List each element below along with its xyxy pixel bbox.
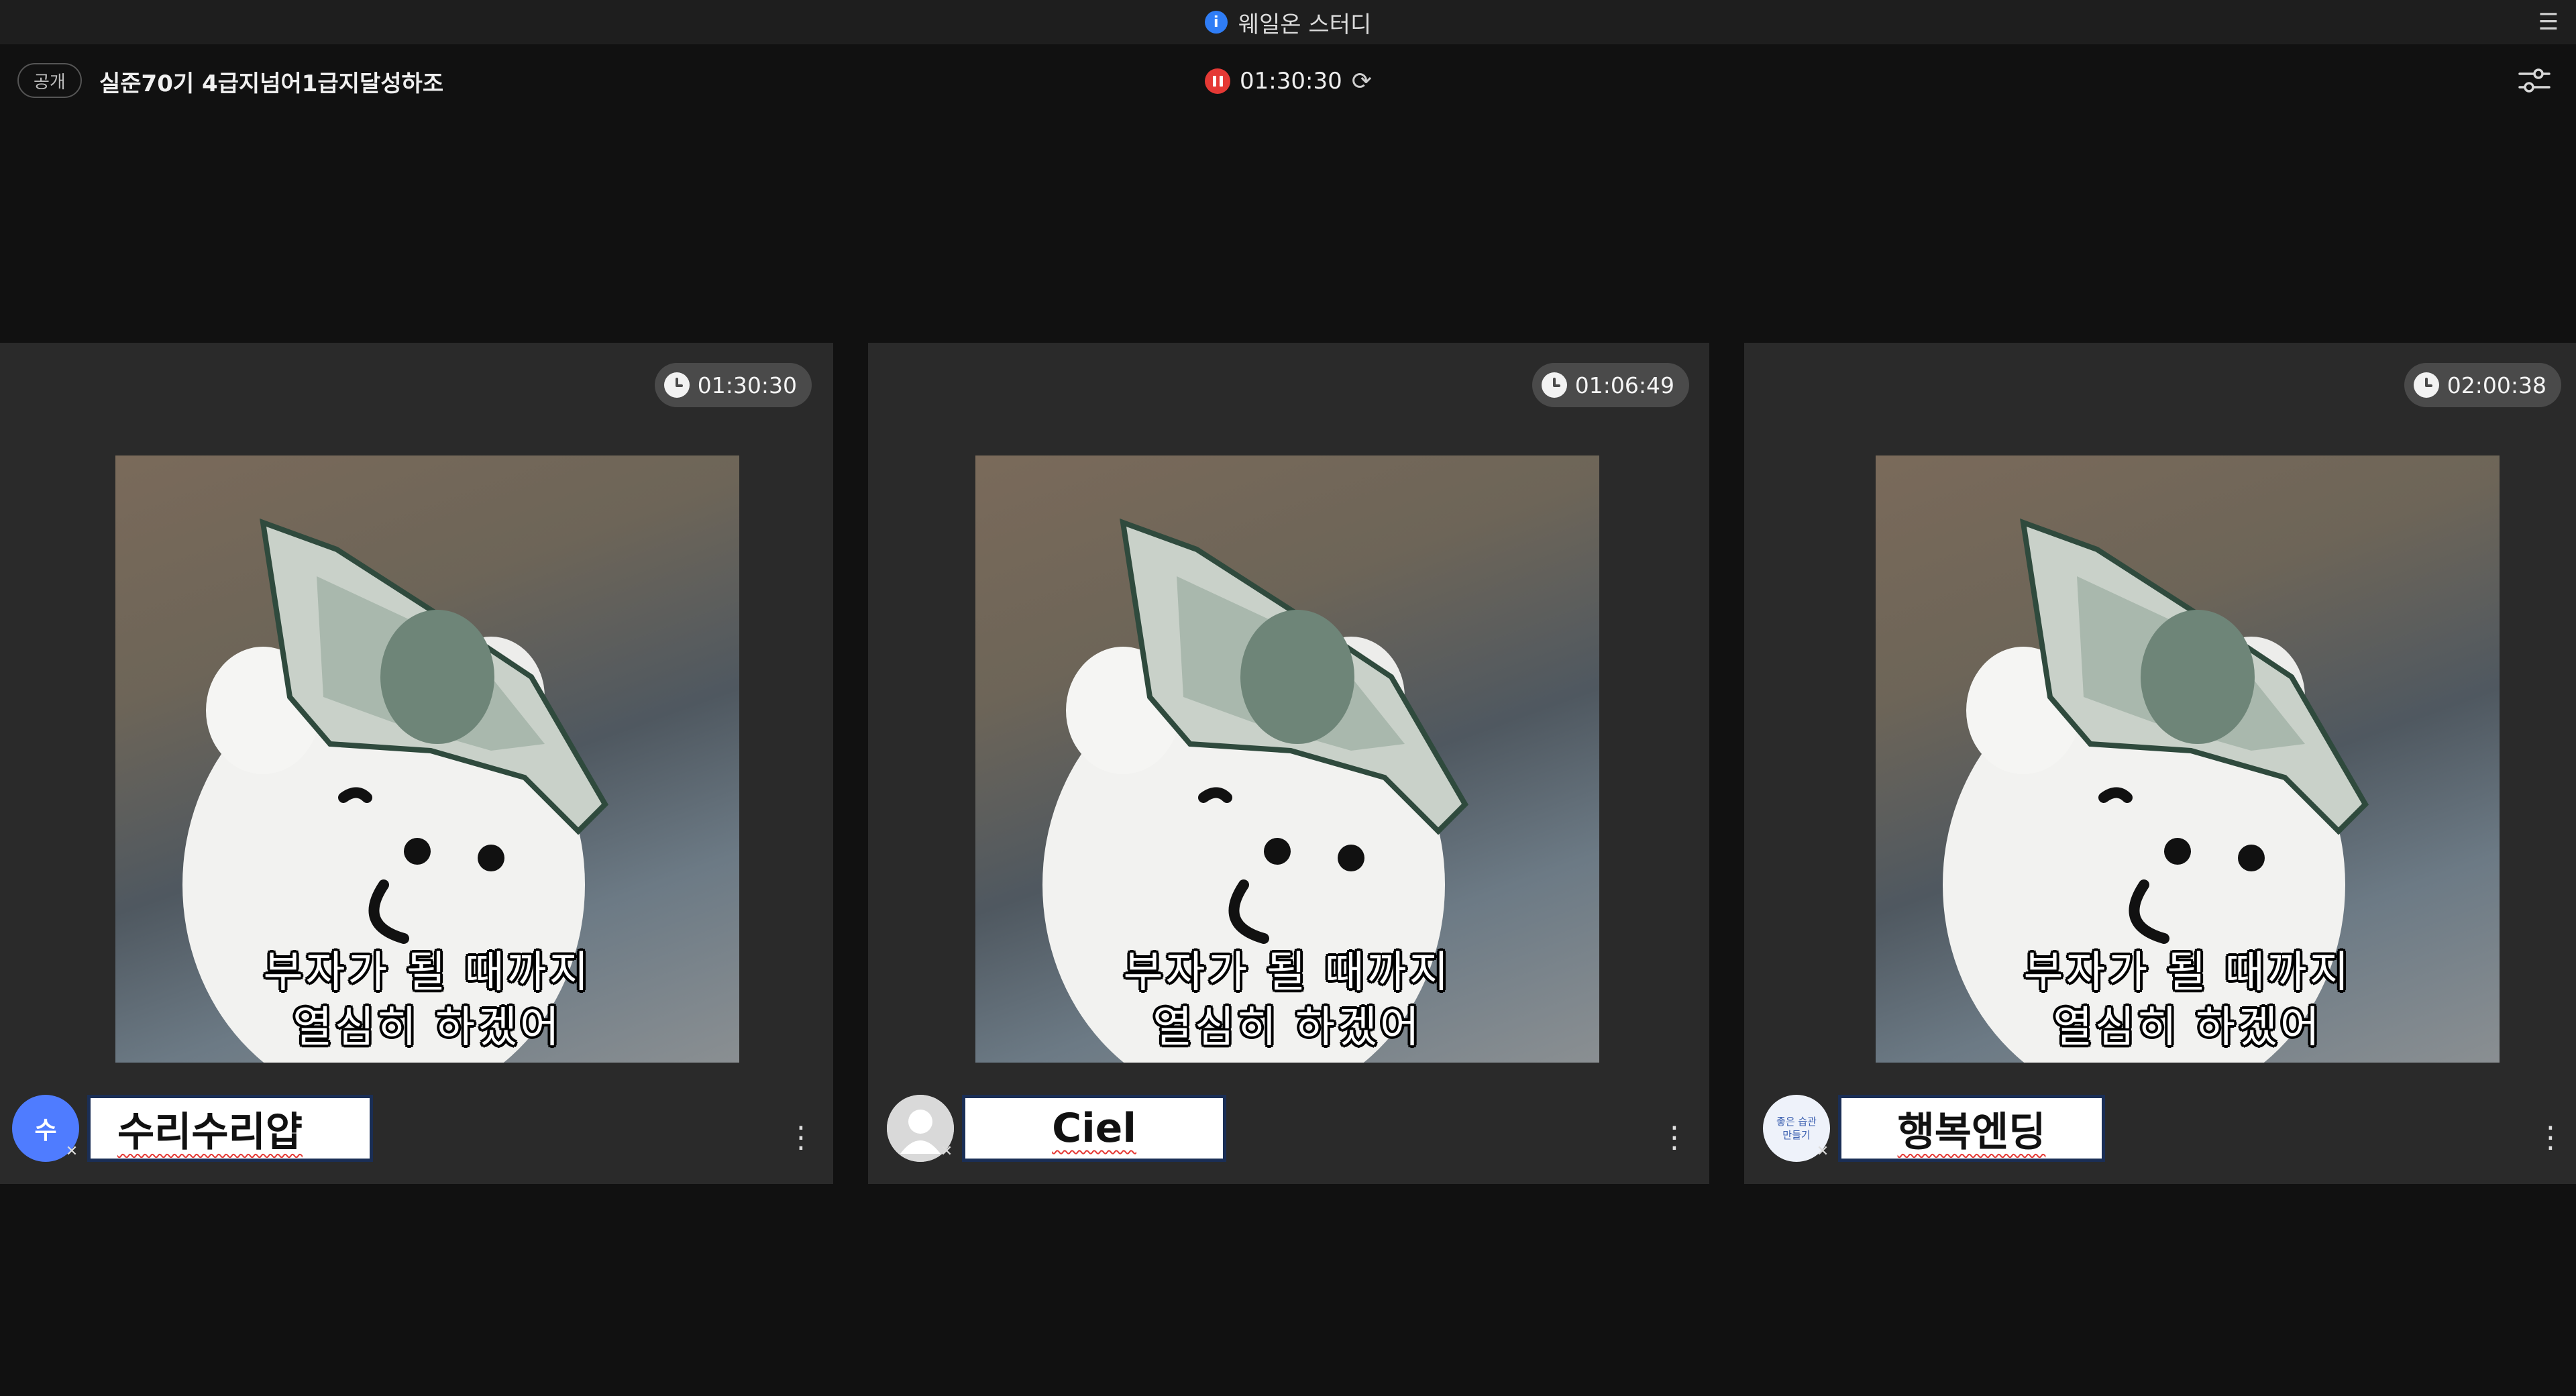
refresh-icon[interactable]: ⟳ [1352,68,1372,95]
mic-off-icon: ✕ [1816,1143,1829,1160]
caption-line-1: 부자가 될 때까지 [1123,948,1452,998]
participant-time: 02:00:38 [2447,372,2546,398]
avatar-text-line-2: 만들기 [1782,1129,1811,1141]
caption-line-2: 열심히 하겠어 [292,1003,562,1053]
participant-name: Ciel [1052,1105,1136,1152]
participant-name-box: 행복엔딩 [1838,1095,2105,1162]
kebab-menu-icon[interactable]: ⋮ [1660,1121,1689,1155]
participant-timer: 01:06:49 [1532,363,1689,407]
participant-name-box: Ciel [962,1095,1226,1162]
sort-menu-icon[interactable]: ☰ [2533,7,2564,38]
kebab-menu-icon[interactable]: ⋮ [2536,1121,2565,1155]
participant-tile: 02:00:38 부자가 될 때까지 열심히 하겠어 좋은 습관 만들기 ✕ 행… [1744,343,2576,1184]
visibility-badge: 공개 [17,63,82,98]
clock-icon [1541,372,1567,398]
room-timer-text: 01:30:30 [1240,68,1342,95]
kebab-menu-icon[interactable]: ⋮ [786,1121,816,1155]
participant-name: 행복엔딩 [1897,1108,2046,1156]
window-title-bar: i 웨일온 스터디 ☰ [0,0,2576,44]
mic-off-icon: ✕ [940,1143,953,1160]
participant-photo: 부자가 될 때까지 열심히 하겠어 [1876,455,2500,1063]
participant-name: 수리수리얍 [117,1108,303,1156]
caption-line-2: 열심히 하겠어 [1152,1003,1422,1053]
participant-timer: 02:00:38 [2404,363,2561,407]
clock-icon [663,372,690,398]
participant-tile: 01:30:30 부자가 될 때까지 열심히 하겠어 수 ✕ 수리수리얍 ⋮ [0,343,833,1184]
participant-photo: 부자가 될 때까지 열심히 하겠어 [975,455,1599,1063]
info-icon: i [1204,11,1228,34]
room-name: 실준70기 4급지넘어1급지달성하조 [99,70,444,97]
photo-caption: 부자가 될 때까지 열심히 하겠어 [1876,945,2500,1055]
room-header: 공개 실준70기 4급지넘어1급지달성하조 01:30:30 ⟳ [0,44,2576,117]
participant-timer: 01:30:30 [654,363,812,407]
participant-name-box: 수리수리얍 [87,1095,373,1162]
app-title-group: i 웨일온 스터디 [1204,6,1372,39]
clock-icon [2413,372,2439,398]
photo-caption: 부자가 될 때까지 열심히 하겠어 [975,945,1599,1055]
participant-photo: 부자가 될 때까지 열심히 하겠어 [115,455,739,1063]
app-title: 웨일온 스터디 [1238,11,1372,38]
caption-line-2: 열심히 하겠어 [2053,1003,2322,1053]
participant-tile: 01:06:49 부자가 될 때까지 열심히 하겠어 ✕ Ciel ⋮ [868,343,1709,1184]
caption-line-1: 부자가 될 때까지 [2023,948,2352,998]
mic-off-icon: ✕ [65,1143,78,1160]
participant-time: 01:30:30 [697,372,797,398]
caption-line-1: 부자가 될 때까지 [263,948,592,998]
photo-caption: 부자가 될 때까지 열심히 하겠어 [115,945,739,1055]
avatar-text-line-1: 좋은 습관 [1776,1116,1817,1128]
room-timer: 01:30:30 ⟳ [1205,64,1372,98]
sliders-icon[interactable] [2516,62,2553,99]
pause-icon[interactable] [1205,68,1230,94]
participant-time: 01:06:49 [1574,372,1674,398]
